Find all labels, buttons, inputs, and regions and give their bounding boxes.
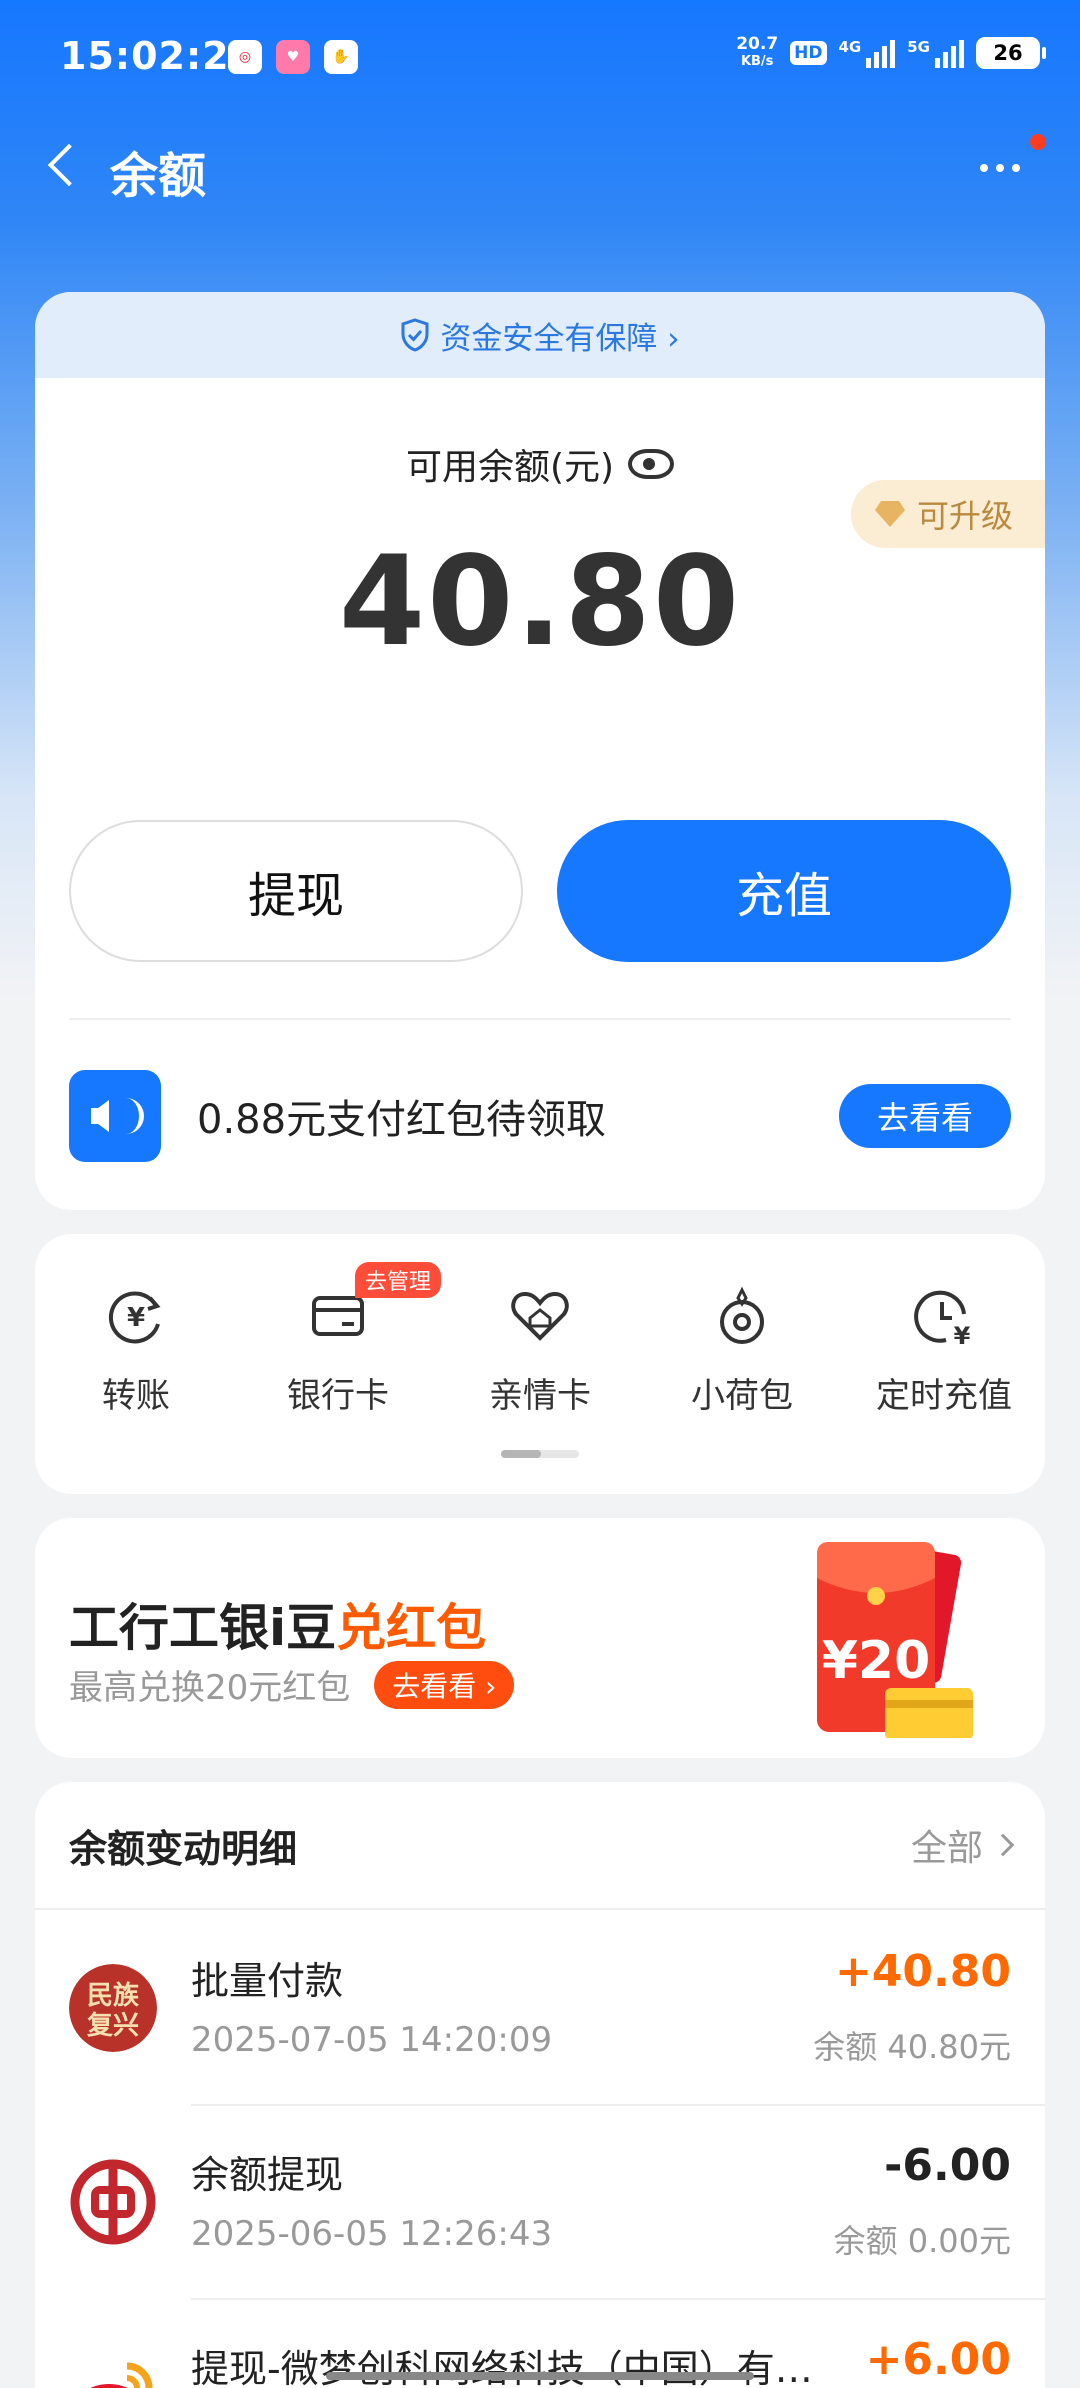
weibo-logo-icon [90, 2362, 153, 2388]
recharge-button[interactable]: 充值 [557, 820, 1011, 962]
manage-badge: 去管理 [355, 1262, 442, 1298]
history-header: 余额变动明细 全部 [35, 1782, 1045, 1910]
quick-action-label: 小荷包 [691, 1376, 793, 1416]
banner-subtitle: 最高兑换20元红包 去看看 › [69, 1660, 515, 1709]
view-all-button[interactable]: 全部 [910, 1819, 1015, 1871]
balance-card: 资金安全有保障 › 可用余额(元) 可升级 40.80 提现 充值 0.88元支… [35, 292, 1045, 1210]
quick-action-label: 定时充值 [876, 1376, 1012, 1416]
signal-5g-icon: 5G [907, 38, 964, 68]
banner-title: 工行工银i豆兑红包 [69, 1588, 486, 1660]
signal-4g-label: 4G [838, 38, 862, 56]
notification-dot [1030, 134, 1046, 150]
transaction-name: 提现-微梦创科网络科技（中国）有… [191, 2347, 813, 2388]
app-notification-icon: ◎ [228, 40, 262, 74]
divider [69, 1018, 1011, 1020]
app-notification-icon: ♥ [276, 40, 310, 74]
promo-banner[interactable]: 工行工银i豆兑红包 最高兑换20元红包 去看看 › ¥20 [35, 1518, 1045, 1758]
network-speed-unit: KB/s [740, 54, 774, 69]
banner-subtitle-text: 最高兑换20元红包 [69, 1668, 351, 1708]
more-icon[interactable] [980, 148, 1040, 188]
promo-text: 0.88元支付红包待领取 [197, 1097, 607, 1143]
signal-4g-icon: 4G [839, 38, 896, 68]
quick-action-label: 银行卡 [287, 1376, 389, 1416]
batch-payment-logo-icon: 民族 复兴 [69, 1964, 157, 2052]
quick-action-transfer[interactable]: ¥ 转账 [35, 1284, 237, 1417]
page-title: 余额 [110, 148, 207, 204]
network-speed-value: 20.7 [736, 34, 779, 54]
balance-label-text: 可用余额(元) [405, 447, 615, 488]
transaction-amount: -6.00 [884, 2140, 1011, 2191]
quick-action-label: 转账 [102, 1376, 170, 1416]
svg-text:民族: 民族 [87, 1980, 140, 2011]
svg-text:¥: ¥ [954, 1322, 971, 1348]
banner-title-highlight: 兑红包 [336, 1599, 487, 1657]
quick-action-scheduled-recharge[interactable]: ¥ 定时充值 [843, 1284, 1045, 1417]
diamond-icon [875, 501, 905, 527]
purse-icon [720, 1286, 764, 1344]
withdraw-button[interactable]: 提现 [69, 820, 523, 962]
back-icon[interactable] [36, 138, 96, 198]
transaction-balance: 余额 40.80元 [813, 2028, 1011, 2066]
transaction-row[interactable]: 余额提现 2025-06-05 12:26:43 -6.00 余额 0.00元 [35, 2104, 1045, 2298]
speaker-icon [69, 1070, 161, 1162]
quick-action-bank-card[interactable]: 去管理 银行卡 [237, 1262, 442, 1417]
banner-title-main: 工行工银i豆 [69, 1599, 337, 1657]
transaction-date: 2025-06-05 12:26:43 [191, 2214, 553, 2254]
history-title: 余额变动明细 [69, 1826, 298, 1871]
status-bar: 15:02:28 ◎ ♥ ✋ 20.7 KB/s HD 4G 5G 26 [0, 0, 1080, 118]
notification-icons: ◎ ♥ ✋ [228, 40, 358, 74]
view-all-label: 全部 [910, 1828, 983, 1869]
quick-actions-card: ¥ 转账 去管理 银行卡 亲情卡 小荷包 ¥ 定时充值 [35, 1234, 1045, 1494]
svg-text:复兴: 复兴 [87, 2011, 139, 2041]
network-speed: 20.7 KB/s [736, 36, 778, 70]
security-text: 资金安全有保障 › [440, 320, 680, 357]
yuan-transfer-icon: ¥ [108, 1291, 161, 1344]
transaction-amount: +6.00 [865, 2334, 1011, 2385]
promo-go-button[interactable]: 去看看 [839, 1084, 1011, 1148]
app-notification-icon: ✋ [324, 40, 358, 74]
envelope-amount: ¥20 [822, 1631, 931, 1691]
transaction-amount: +40.80 [834, 1946, 1011, 1997]
transaction-balance: 余额 0.00元 [833, 2222, 1011, 2260]
clock-yuan-icon: ¥ [914, 1290, 971, 1348]
scroll-indicator [501, 1450, 579, 1458]
transaction-date: 2025-07-05 14:20:09 [191, 2020, 553, 2060]
status-right: 20.7 KB/s HD 4G 5G 26 [736, 36, 1046, 70]
quick-actions-list: ¥ 转账 去管理 银行卡 亲情卡 小荷包 ¥ 定时充值 [35, 1262, 1045, 1417]
quick-action-label: 亲情卡 [489, 1376, 591, 1416]
svg-text:¥: ¥ [127, 1303, 145, 1333]
chevron-right-icon [991, 1833, 1015, 1857]
red-packet-promo[interactable]: 0.88元支付红包待领取 去看看 [69, 1070, 1011, 1162]
transaction-row[interactable]: 民族 复兴 批量付款 2025-07-05 14:20:09 +40.80 余额… [35, 1910, 1045, 2104]
transaction-name: 余额提现 [191, 2153, 344, 2197]
signal-5g-label: 5G [907, 38, 930, 56]
transaction-name: 批量付款 [191, 1959, 344, 2003]
eye-icon[interactable] [628, 449, 675, 479]
hd-icon: HD [790, 41, 827, 65]
quick-action-purse[interactable]: 小荷包 [641, 1284, 843, 1417]
red-envelope-icon: ¥20 [817, 1542, 973, 1738]
security-banner[interactable]: 资金安全有保障 › [35, 292, 1045, 378]
balance-amount: 40.80 [338, 530, 742, 674]
battery-icon: 26 [976, 37, 1046, 69]
banner-go-button[interactable]: 去看看 › [374, 1660, 515, 1709]
balance-history-card: 余额变动明细 全部 民族 复兴 批量付款 2025-07-05 14:20:09… [35, 1782, 1045, 2388]
quick-action-family-card[interactable]: 亲情卡 [439, 1284, 641, 1417]
bank-of-china-logo-icon [70, 2159, 156, 2245]
nav-bar: 余额 [0, 118, 1080, 218]
heart-card-icon [511, 1291, 569, 1341]
shield-icon [401, 318, 429, 352]
home-indicator[interactable] [326, 2372, 754, 2380]
